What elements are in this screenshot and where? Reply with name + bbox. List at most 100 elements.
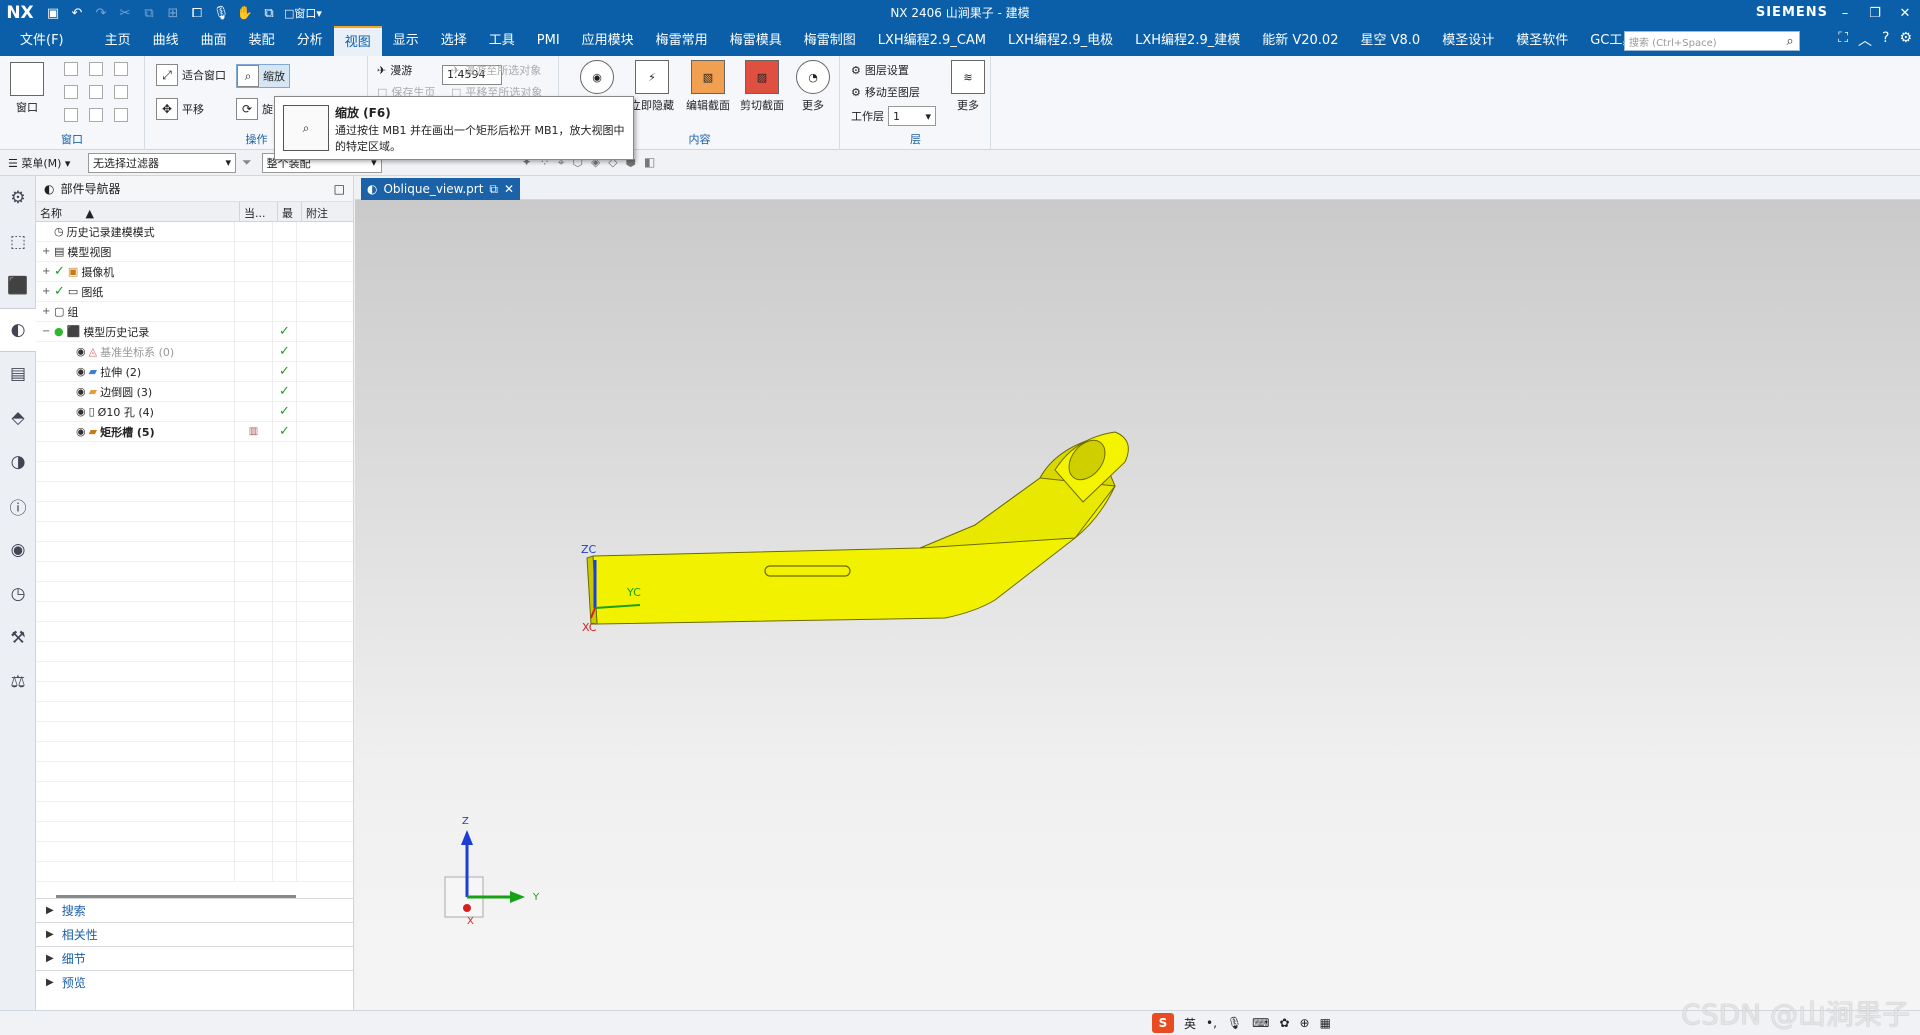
move-to-layer-button[interactable]: ⚙ 移动至图层 (851, 84, 920, 100)
layer-more-button[interactable]: ≋ 更多 (951, 60, 985, 113)
menu-item-13[interactable]: 梅雷模具 (719, 26, 793, 56)
reuse-library-icon[interactable]: ▤ (0, 352, 36, 396)
keyboard-icon[interactable]: ⌨ (1252, 1016, 1269, 1030)
menu-item-3[interactable]: 曲面 (190, 26, 238, 56)
layer-settings-button[interactable]: ⚙ 图层设置 (851, 62, 909, 78)
menu-item-15[interactable]: LXH编程2.9_CAM (867, 26, 997, 56)
rotate-button[interactable]: ⟳ 旋 (236, 98, 273, 120)
section-0[interactable]: ▶ 搜索 (36, 898, 354, 922)
game-icon[interactable]: ⊕ (1300, 1016, 1310, 1030)
web-browser-icon[interactable]: ◑ (0, 440, 36, 484)
view-triad[interactable]: Z Y X (444, 816, 540, 927)
cut-icon[interactable]: ✂ (116, 4, 134, 22)
tree-row[interactable]: ◉ ◬ 基准坐标系 (0) ✓ (36, 341, 353, 362)
help-icon[interactable]: ? (1882, 30, 1889, 50)
redo-icon[interactable]: ↷ (92, 4, 110, 22)
menu-item-6[interactable]: 视图 (333, 26, 382, 56)
column-latest[interactable]: 最 (278, 202, 302, 221)
select-component-icon[interactable]: ◧ (644, 155, 655, 170)
menu-item-11[interactable]: 应用模块 (571, 26, 645, 56)
process-studio-icon[interactable]: ⚖ (0, 660, 36, 704)
menu-item-9[interactable]: 工具 (478, 26, 526, 56)
filter-funnel-icon[interactable]: ⏷ (242, 155, 252, 170)
window-dropdown-icon[interactable]: □ 窗口 ▾ (284, 4, 322, 22)
hide-now-button[interactable]: ⚡ 立即隐藏 (630, 60, 674, 113)
menu-item-10[interactable]: PMI (526, 26, 571, 56)
fullscreen-icon[interactable]: ⛶ (1838, 30, 1848, 50)
tree-row[interactable]: ◉ ▰ 边倒圆 (3) ✓ (36, 381, 353, 402)
minimize-button[interactable]: – (1830, 0, 1860, 26)
tree-row[interactable]: + ✓ ▭ 图纸 (36, 281, 353, 302)
tree-row[interactable]: + ✓ ▣ 摄像机 (36, 261, 353, 282)
hd3d-tools-icon[interactable]: ⬘ (0, 396, 36, 440)
tree-row[interactable]: ◉ ▰ 矩形槽 (5) ▥ ✓ (36, 421, 353, 442)
bracket-model[interactable] (586, 431, 1129, 625)
expand-icon[interactable]: + (42, 266, 51, 277)
restore-button[interactable]: ❐ (1860, 0, 1890, 26)
visibility-eye-icon[interactable]: ◉ (76, 385, 86, 398)
edit-section-button[interactable]: ▧ 编辑截面 (686, 60, 730, 113)
undo-icon[interactable]: ↶ (68, 4, 86, 22)
visibility-eye-icon[interactable]: ◉ (76, 405, 86, 418)
voice-icon[interactable]: 🎙 (1227, 1016, 1242, 1030)
tree-row[interactable]: − ● ⬛ 模型历史记录 ✓ (36, 321, 353, 342)
layout-seven-icon[interactable] (64, 108, 78, 122)
layout-eight-icon[interactable] (89, 108, 103, 122)
touch-mode-icon[interactable]: ✋ (236, 4, 254, 22)
graphics-window[interactable]: ZC YC XC Z Y X (355, 200, 1920, 1010)
maximize-icon[interactable]: □ (334, 182, 345, 196)
visibility-eye-icon[interactable]: ◉ (76, 425, 86, 438)
assembly-navigator-icon[interactable]: ⬚ (0, 220, 36, 264)
tab-oblique-view[interactable]: ◐ Oblique_view.prt ⧉ ✕ (361, 178, 521, 200)
roam-button[interactable]: ✈ 漫游 (377, 62, 412, 78)
save-icon[interactable]: ▣ (44, 4, 62, 22)
menu-item-5[interactable]: 分析 (286, 26, 334, 56)
content-more-button[interactable]: ◔ 更多 (796, 60, 830, 113)
expand-icon[interactable]: + (42, 306, 51, 317)
sogou-icon[interactable]: S (1152, 1013, 1174, 1033)
column-name[interactable]: 名称 ▲ (36, 202, 240, 221)
tree-row[interactable]: + ▢ 组 (36, 301, 353, 322)
collapse-ribbon-icon[interactable]: ︿ (1858, 30, 1872, 50)
information-icon[interactable]: ⓘ (0, 484, 36, 528)
layout-six-icon[interactable] (114, 85, 128, 99)
menu-item-16[interactable]: LXH编程2.9_电极 (997, 26, 1124, 56)
menu-item-20[interactable]: 模圣设计 (1431, 26, 1505, 56)
menu-item-21[interactable]: 模圣软件 (1505, 26, 1579, 56)
tree-row[interactable]: + ▤ 模型视图 (36, 241, 353, 262)
close-tab-icon[interactable]: ✕ (504, 182, 514, 196)
layout-two-icon[interactable] (89, 62, 103, 76)
search-icon[interactable]: ⌕ (1781, 34, 1799, 49)
switch-window-icon[interactable]: ⧉ (260, 4, 278, 22)
expand-icon[interactable]: + (42, 246, 51, 257)
section-1[interactable]: ▶ 相关性 (36, 922, 354, 946)
menu-item-19[interactable]: 星空 V8.0 (1349, 26, 1431, 56)
collapse-icon[interactable]: − (42, 326, 51, 337)
show-hide-button[interactable]: ◉ (580, 60, 614, 97)
layout-single-icon[interactable] (64, 62, 78, 76)
menu-item-18[interactable]: 能新 V20.02 (1251, 26, 1349, 56)
menu-item-14[interactable]: 梅雷制图 (793, 26, 867, 56)
check-icon[interactable]: ✓ (54, 284, 65, 299)
part-navigator-icon[interactable]: ◐ (0, 308, 36, 352)
close-button[interactable]: ✕ (1890, 0, 1920, 26)
roam-to-selected-button[interactable]: ✈ 漫游至所选对象 (451, 62, 541, 78)
pan-button[interactable]: ✥ 平移 (156, 98, 204, 120)
microphone-icon[interactable]: 🎙 (212, 4, 230, 22)
column-notes[interactable]: 附注 (302, 202, 353, 221)
skin-icon[interactable]: ✿ (1279, 1016, 1289, 1030)
layout-four-icon[interactable] (64, 85, 78, 99)
tree-row[interactable]: ◉ ▯ Ø10 孔 (4) ✓ (36, 401, 353, 422)
ime-language[interactable]: 英 (1184, 1015, 1196, 1032)
toolbox-icon[interactable]: ▦ (1320, 1016, 1331, 1030)
system-scenes-icon[interactable]: ⚒ (0, 616, 36, 660)
command-search-input[interactable]: 搜索 (Ctrl+Space) ⌕ (1624, 31, 1800, 51)
tree-row[interactable]: ◷ 历史记录建模模式 (36, 221, 353, 242)
menu-item-8[interactable]: 选择 (430, 26, 478, 56)
copy-icon[interactable]: ⧉ (140, 4, 158, 22)
settings-icon[interactable]: ⚙ (1899, 30, 1912, 50)
menu-item-2[interactable]: 曲线 (142, 26, 190, 56)
menu-item-4[interactable]: 装配 (238, 26, 286, 56)
roles-settings-icon[interactable]: ⚙ (0, 176, 36, 220)
visibility-eye-icon[interactable]: ◉ (76, 345, 86, 358)
